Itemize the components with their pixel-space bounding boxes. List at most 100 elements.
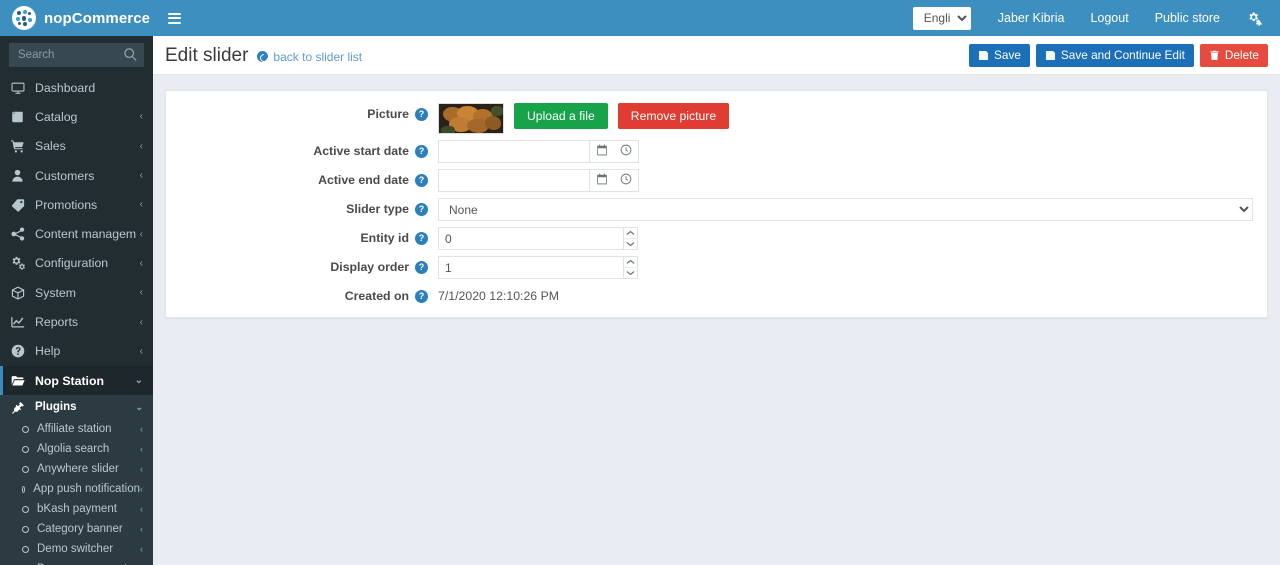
remove-button-label: Remove picture	[630, 109, 717, 123]
remove-picture-button[interactable]: Remove picture	[617, 103, 730, 129]
form-row-created-on: Created on ? 7/1/2020 12:10:26 PM	[166, 285, 1267, 303]
circle-icon	[22, 425, 29, 433]
help-icon[interactable]: ?	[415, 260, 428, 274]
sidebar-item-algolia-search[interactable]: Algolia search ‹	[0, 439, 153, 459]
slider-type-select[interactable]: None	[438, 198, 1253, 221]
save-icon	[1045, 50, 1056, 61]
picture-control: Upload a file Remove picture	[438, 103, 1267, 134]
stepper-down-icon[interactable]	[624, 268, 637, 279]
calendar-icon[interactable]	[596, 173, 608, 188]
logout-link[interactable]: Logout	[1077, 0, 1141, 36]
sidebar-item-configuration[interactable]: Configuration ‹	[0, 249, 153, 278]
upload-a-file-button[interactable]: Upload a file	[514, 103, 608, 129]
sidebar-item-affiliate-station[interactable]: Affiliate station ‹	[0, 419, 153, 439]
chevron-left-icon: ‹	[139, 228, 143, 240]
sidebar-item-nop-station[interactable]: Nop Station ⌄	[0, 365, 153, 396]
sidebar-item-app-push-notification[interactable]: App push notification ‹	[0, 479, 153, 499]
active-start-date-addons[interactable]	[589, 140, 639, 163]
delete-button[interactable]: Delete	[1199, 43, 1268, 67]
picture-label: Picture	[367, 107, 409, 121]
cogs-icon[interactable]	[1233, 11, 1272, 26]
public-store-link[interactable]: Public store	[1142, 0, 1233, 36]
sidebar-item-catalog[interactable]: Catalog ‹	[0, 102, 153, 131]
desktop-icon	[11, 81, 29, 95]
search-input[interactable]	[9, 43, 144, 67]
help-icon[interactable]: ?	[415, 231, 428, 245]
calendar-icon[interactable]	[596, 144, 608, 159]
active-start-date-input[interactable]	[438, 140, 589, 163]
form-row-active-start-date: Active start date ?	[166, 140, 1267, 163]
header-right-actions: English Jaber Kibria Logout Public store	[912, 0, 1280, 36]
sidebar: Dashboard Catalog ‹	[0, 36, 153, 565]
language-select[interactable]: English	[912, 6, 971, 30]
active-end-date-input[interactable]	[438, 169, 589, 192]
display-order-stepper[interactable]	[623, 256, 638, 279]
stepper-up-icon[interactable]	[624, 257, 637, 268]
help-icon[interactable]: ?	[415, 144, 428, 158]
stepper-up-icon[interactable]	[624, 228, 637, 239]
chevron-left-icon: ‹	[139, 140, 143, 152]
active-end-date-control	[438, 169, 1267, 192]
entity-id-input[interactable]	[438, 227, 623, 250]
sidebar-item-reports[interactable]: Reports ‹	[0, 307, 153, 336]
created-on-label: Created on	[344, 289, 409, 303]
sidebar-label: Sales	[35, 139, 66, 154]
sidebar-item-customers[interactable]: Customers ‹	[0, 161, 153, 190]
sidebar-item-system[interactable]: System ‹	[0, 278, 153, 307]
help-icon[interactable]: ?	[415, 289, 428, 303]
clock-icon[interactable]	[620, 144, 632, 159]
active-end-date-label: Active end date	[318, 173, 409, 187]
cogs-icon	[11, 256, 29, 271]
tag-icon	[11, 198, 29, 212]
back-to-slider-list-link[interactable]: back to slider list	[257, 50, 362, 64]
save-and-continue-edit-button[interactable]: Save and Continue Edit	[1035, 43, 1194, 67]
chevron-left-icon: ‹	[139, 257, 143, 269]
active-end-date-addons[interactable]	[589, 169, 639, 192]
sidebar-label: App push notification	[33, 483, 140, 496]
page-title: Edit slider	[165, 44, 249, 66]
upload-button-label: Upload a file	[527, 109, 595, 123]
sidebar-item-demo-switcher[interactable]: Demo switcher ‹	[0, 539, 153, 559]
help-icon[interactable]: ?	[415, 173, 428, 187]
save-and-continue-edit-label: Save and Continue Edit	[1060, 48, 1185, 62]
sidebar-item-plugins[interactable]: Plugins ⌄	[0, 395, 153, 419]
entity-id-stepper[interactable]	[623, 227, 638, 250]
created-on-value: 7/1/2020 12:10:26 PM	[438, 289, 560, 303]
sidebar-item-category-banner[interactable]: Category banner ‹	[0, 519, 153, 539]
brand-zone[interactable]: nopCommerce	[0, 0, 153, 36]
chevron-down-icon: ⌄	[134, 375, 143, 387]
sidebar-label: Reports	[35, 315, 79, 330]
content-header: Edit slider back to slider list Save Sav…	[153, 36, 1280, 75]
share-alt-icon	[11, 227, 29, 241]
sidebar-label: Customers	[35, 168, 95, 183]
chevron-left-icon: ‹	[140, 424, 143, 435]
save-button[interactable]: Save	[969, 43, 1030, 67]
picture-label-wrap: Picture ?	[166, 103, 438, 121]
form-row-slider-type: Slider type ? None	[166, 198, 1267, 221]
cube-icon	[11, 286, 29, 300]
hamburger-icon[interactable]	[153, 0, 195, 36]
sidebar-item-help[interactable]: Help ‹	[0, 337, 153, 366]
chevron-left-icon: ‹	[139, 345, 143, 357]
stepper-down-icon[interactable]	[624, 239, 637, 250]
sidebar-item-content-management[interactable]: Content management ‹	[0, 219, 153, 248]
user-name-link[interactable]: Jaber Kibria	[985, 0, 1078, 36]
chevron-left-icon: ‹	[139, 287, 143, 299]
sidebar-label: Anywhere slider	[37, 463, 119, 476]
sidebar-item-dashboard[interactable]: Dashboard	[0, 73, 153, 102]
picture-thumbnail[interactable]	[438, 103, 504, 134]
plug-icon	[11, 401, 29, 414]
sidebar-item-dmoney-payment[interactable]: Dmoney payment ‹	[0, 559, 153, 565]
clock-icon[interactable]	[620, 173, 632, 188]
display-order-input[interactable]	[438, 256, 623, 279]
help-icon[interactable]: ?	[415, 107, 428, 121]
sidebar-label: Promotions	[35, 197, 98, 212]
sidebar-item-bkash-payment[interactable]: bKash payment ‹	[0, 499, 153, 519]
nop-station-submenu: Plugins ⌄ Affiliate station ‹ Algolia se…	[0, 395, 153, 565]
sidebar-item-anywhere-slider[interactable]: Anywhere slider ‹	[0, 459, 153, 479]
chevron-left-icon: ‹	[139, 316, 143, 328]
help-icon[interactable]: ?	[415, 202, 428, 216]
sidebar-item-sales[interactable]: Sales ‹	[0, 132, 153, 161]
sidebar-item-promotions[interactable]: Promotions ‹	[0, 190, 153, 219]
chevron-down-icon: ⌄	[135, 401, 143, 412]
